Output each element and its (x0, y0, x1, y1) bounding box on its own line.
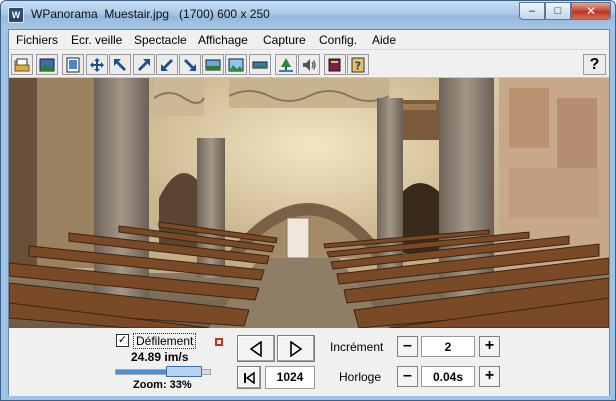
control-panel: ✓ Défilement 24.89 im/s Zoom: 33% 1024 I… (9, 328, 609, 396)
increment-minus-button[interactable]: – (397, 336, 418, 357)
app-icon[interactable]: W (8, 7, 24, 23)
move-button[interactable] (86, 54, 108, 75)
sound-button[interactable] (298, 54, 320, 75)
zoom-slider[interactable] (115, 366, 211, 377)
toolbar: ? ? (9, 51, 609, 78)
go-start-button[interactable] (237, 366, 261, 389)
scroll-label[interactable]: Défilement (133, 333, 197, 349)
menu-aide[interactable]: Aide (372, 33, 396, 47)
clock-plus-button[interactable]: + (479, 366, 500, 387)
skip-start-icon (244, 371, 255, 384)
zoom-nw-icon (114, 58, 126, 71)
sound-icon (303, 58, 316, 71)
clock-label: Horloge (339, 370, 382, 384)
open-file-icon (14, 58, 30, 71)
help-book-button[interactable]: ? (347, 54, 369, 75)
church-interior-image (9, 78, 609, 328)
menu-config[interactable]: Config. (319, 33, 357, 47)
increment-plus-button[interactable]: + (479, 336, 500, 357)
open-file-button[interactable] (11, 54, 33, 75)
zoom-se-button[interactable] (179, 54, 201, 75)
menu-capture[interactable]: Capture (263, 33, 306, 47)
help-book-icon: ? (351, 57, 365, 72)
app-window: W WPanorama Muestair.jpg (1700) 600 x 25… (0, 0, 616, 401)
clock-minus-button[interactable]: – (397, 366, 418, 387)
minimize-button[interactable]: – (519, 2, 545, 20)
client-area: Fichiers Ecr. veille Spectacle Affichage… (8, 29, 610, 396)
move-icon (90, 57, 104, 72)
scroll-left-button[interactable] (237, 335, 275, 362)
increment-field[interactable]: 2 (421, 336, 475, 357)
menu-fichiers[interactable]: Fichiers (16, 33, 58, 47)
zoom-ne-icon (138, 58, 150, 71)
zoom-sw-button[interactable] (156, 54, 178, 75)
scroll-checkbox[interactable]: ✓ (116, 334, 129, 347)
panorama-view-icon (205, 59, 221, 70)
image-button[interactable] (36, 54, 58, 75)
panorama-image[interactable] (9, 78, 609, 328)
book-button[interactable] (324, 54, 346, 75)
zoom-slider-thumb[interactable] (166, 366, 202, 377)
zoom-ne-button[interactable] (133, 54, 155, 75)
triangle-left-icon (249, 340, 262, 357)
fit-page-icon (66, 57, 80, 72)
zoom-sw-icon (161, 58, 173, 71)
clock-field[interactable]: 0.04s (421, 366, 475, 387)
svg-text:?: ? (355, 59, 361, 72)
zoom-readout: Zoom: 33% (133, 379, 192, 391)
loop-icon (215, 338, 223, 346)
menu-bar: Fichiers Ecr. veille Spectacle Affichage… (9, 30, 609, 50)
help-button[interactable]: ? (583, 54, 606, 75)
fit-page-button[interactable] (62, 54, 84, 75)
wide-view-icon (252, 61, 268, 68)
speed-readout: 24.89 im/s (131, 350, 189, 364)
tree-icon (279, 57, 293, 72)
window-title: WPanorama Muestair.jpg (1700) 600 x 250 (31, 7, 270, 21)
scroll-right-button[interactable] (277, 335, 315, 362)
zoom-se-icon (184, 58, 196, 71)
landscape-button[interactable] (225, 54, 247, 75)
image-icon (39, 58, 55, 71)
zoom-nw-button[interactable] (109, 54, 131, 75)
menu-ecr-veille[interactable]: Ecr. veille (71, 33, 122, 47)
book-icon (328, 58, 341, 71)
triangle-right-icon (290, 340, 303, 357)
maximize-button[interactable]: □ (545, 2, 571, 20)
tree-button[interactable] (275, 54, 297, 75)
wide-view-button[interactable] (249, 54, 271, 75)
position-field[interactable]: 1024 (265, 366, 315, 389)
menu-affichage[interactable]: Affichage (198, 33, 248, 47)
increment-label: Incrément (330, 340, 384, 354)
title-bar[interactable]: W WPanorama Muestair.jpg (1700) 600 x 25… (1, 1, 615, 29)
close-button[interactable]: ✕ (571, 2, 611, 20)
landscape-icon (228, 58, 244, 71)
menu-spectacle[interactable]: Spectacle (134, 33, 187, 47)
panorama-view-button[interactable] (202, 54, 224, 75)
